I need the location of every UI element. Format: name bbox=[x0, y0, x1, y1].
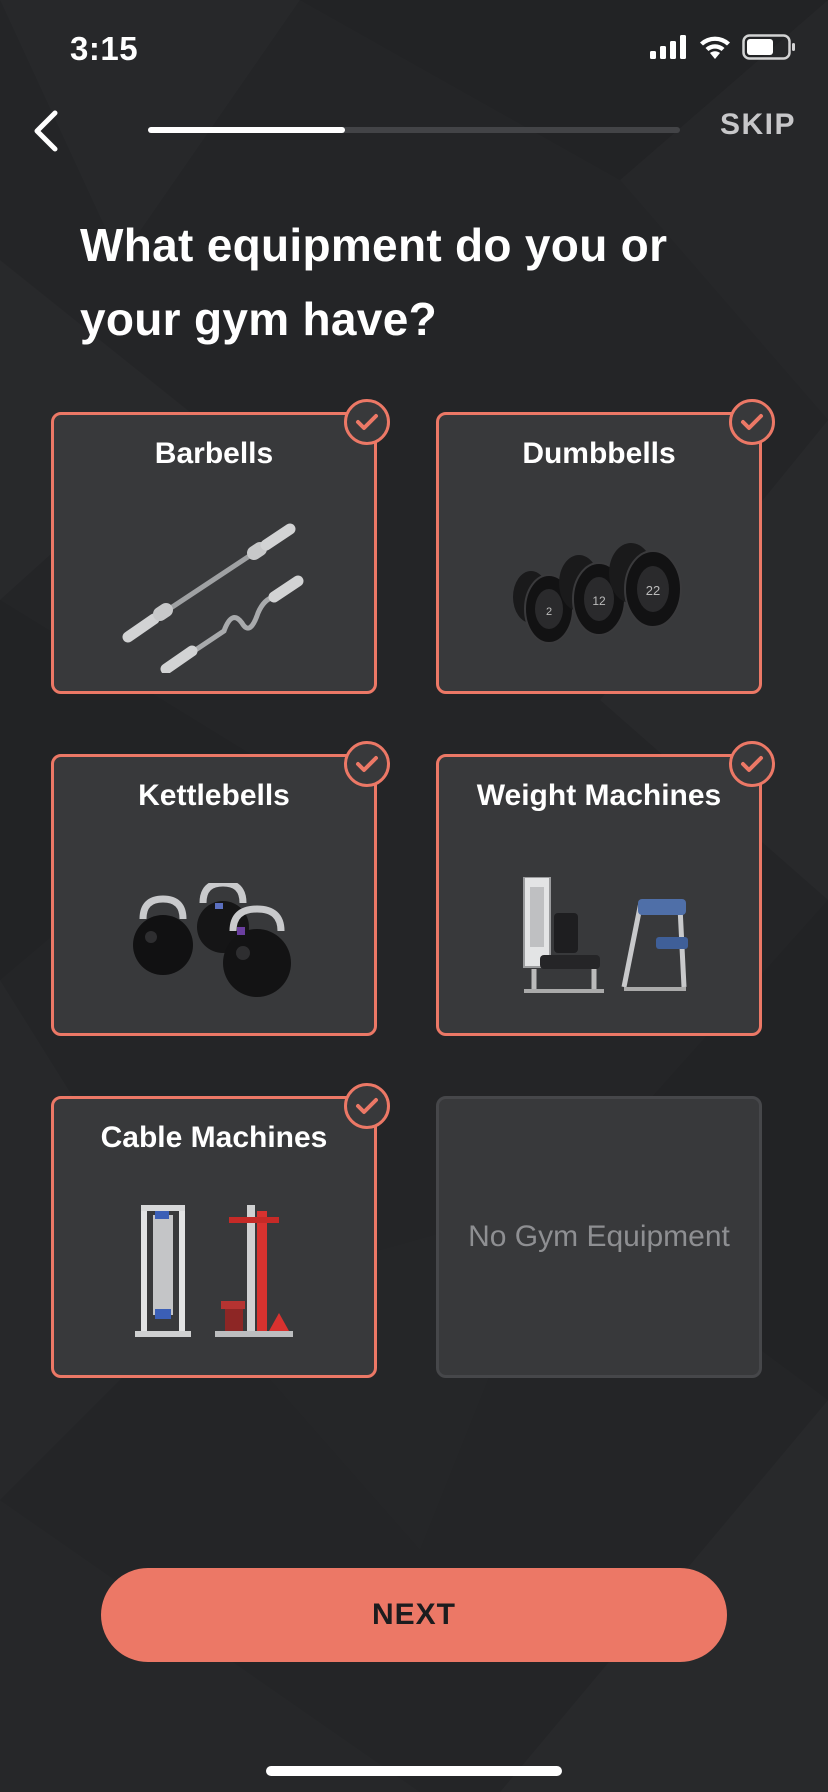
option-card-dumbbells[interactable]: Dumbbells 2 12 22 bbox=[436, 399, 775, 694]
check-icon bbox=[344, 1083, 390, 1129]
weight-machine-icon bbox=[523, 877, 688, 993]
wifi-icon bbox=[700, 36, 730, 59]
check-icon bbox=[729, 741, 775, 787]
check-icon bbox=[729, 399, 775, 445]
svg-text:12: 12 bbox=[592, 594, 606, 608]
check-icon bbox=[344, 399, 390, 445]
top-navigation: SKIP bbox=[0, 100, 828, 160]
barbell-icon bbox=[122, 523, 304, 673]
option-card-no-gym-equipment[interactable]: No Gym Equipment bbox=[436, 1096, 762, 1378]
option-card-barbells[interactable]: Barbells bbox=[51, 399, 390, 694]
home-indicator bbox=[266, 1766, 562, 1776]
option-label: Barbells bbox=[154, 437, 274, 470]
option-card-cable-machines[interactable]: Cable Machines bbox=[51, 1083, 390, 1378]
page-title: What equipment do you or your gym have? bbox=[80, 219, 668, 345]
kettlebell-icon bbox=[133, 883, 291, 997]
option-label: Kettlebells bbox=[138, 779, 290, 812]
check-icon bbox=[344, 741, 390, 787]
svg-text:2: 2 bbox=[546, 606, 552, 618]
status-time: 3:15 bbox=[70, 30, 139, 67]
battery-icon bbox=[742, 34, 795, 60]
option-card-weight-machines[interactable]: Weight Machines bbox=[436, 741, 775, 1036]
progress-bar bbox=[148, 127, 680, 133]
next-button[interactable]: NEXT bbox=[101, 1568, 727, 1662]
svg-text:22: 22 bbox=[646, 583, 660, 598]
skip-button[interactable]: SKIP bbox=[720, 108, 796, 142]
option-label: Dumbbells bbox=[522, 437, 676, 470]
option-label: Weight Machines bbox=[476, 779, 722, 812]
signal-icon bbox=[650, 35, 686, 59]
option-card-kettlebells[interactable]: Kettlebells bbox=[51, 741, 390, 1036]
status-bar: 3:15 bbox=[0, 0, 828, 100]
dumbbell-icon: 2 12 22 bbox=[513, 543, 682, 644]
back-button[interactable] bbox=[24, 106, 68, 156]
status-icons bbox=[650, 34, 796, 60]
option-label: Cable Machines bbox=[100, 1121, 328, 1154]
progress-fill bbox=[148, 127, 345, 133]
option-label: No Gym Equipment bbox=[468, 1220, 730, 1253]
cable-machine-icon bbox=[135, 1205, 293, 1337]
chevron-left-icon bbox=[34, 110, 58, 152]
